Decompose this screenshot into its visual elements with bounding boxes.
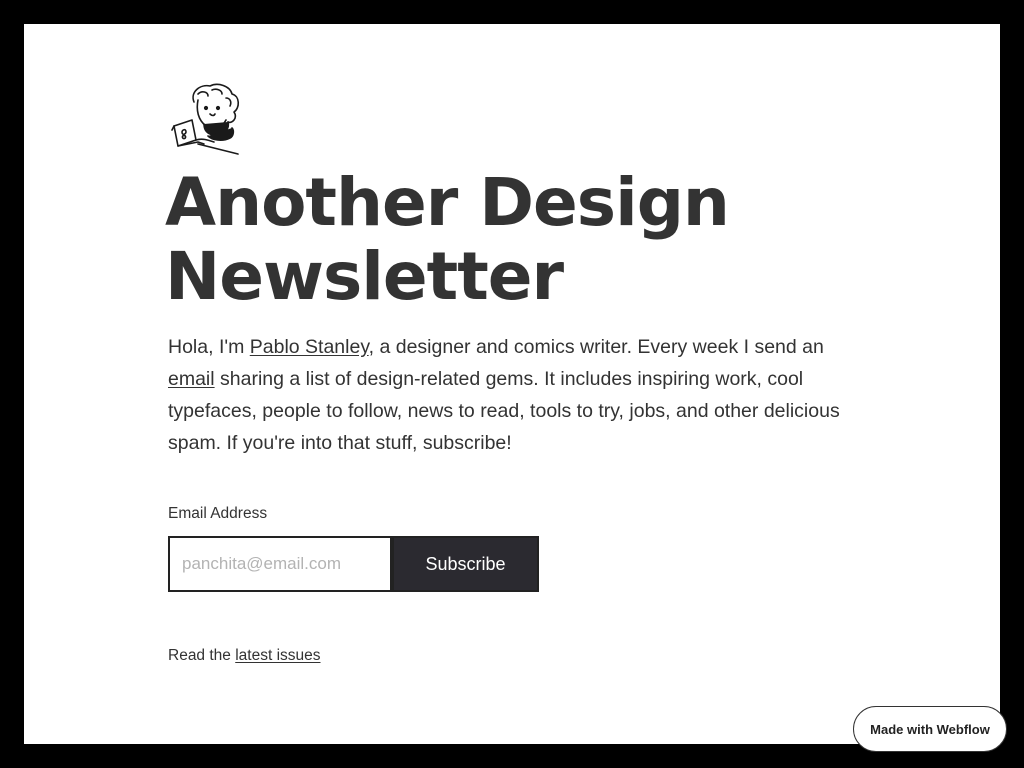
intro-text-after: sharing a list of design-related gems. I… xyxy=(168,368,840,454)
email-link[interactable]: email xyxy=(168,368,215,390)
footer-text-before: Read the xyxy=(168,647,236,664)
subscribe-button[interactable]: Subscribe xyxy=(392,536,539,592)
email-label: Email Address xyxy=(168,505,268,522)
intro-text-middle: , a designer and comics writer. Every we… xyxy=(368,336,824,358)
made-with-webflow-badge[interactable]: Made with Webflow xyxy=(853,706,1007,752)
pablo-stanley-illustration-icon xyxy=(171,83,240,155)
email-input[interactable] xyxy=(168,536,392,592)
intro-paragraph: Hola, I'm Pablo Stanley, a designer and … xyxy=(168,331,868,459)
latest-issues-line: Read the latest issues xyxy=(168,647,321,665)
latest-issues-link[interactable]: latest issues xyxy=(235,647,320,664)
intro-text-before: Hola, I'm xyxy=(168,336,250,358)
author-link[interactable]: Pablo Stanley xyxy=(250,336,369,358)
page-title: Another Design Newsletter xyxy=(165,164,730,315)
page: Another Design Newsletter Hola, I'm Pabl… xyxy=(24,24,1000,744)
